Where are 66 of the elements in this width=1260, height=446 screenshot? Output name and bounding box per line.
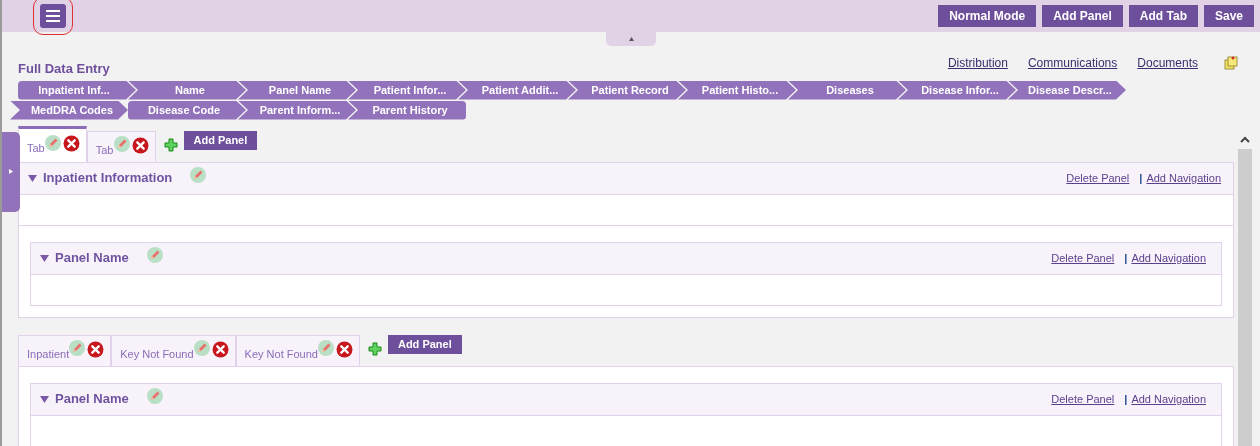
step-chevron[interactable]: Disease Infor... bbox=[898, 80, 1016, 100]
step-chevron[interactable]: Parent History bbox=[348, 100, 466, 120]
panel-title: Panel Name bbox=[55, 249, 129, 268]
up-caret-icon bbox=[628, 37, 634, 41]
tab[interactable]: Key Not Found bbox=[111, 334, 236, 367]
page-title: Full Data Entry bbox=[18, 60, 110, 78]
delete-panel-link[interactable]: Delete Panel bbox=[1051, 390, 1115, 408]
pencil-icon[interactable] bbox=[317, 340, 334, 356]
collapse-handle[interactable] bbox=[606, 32, 656, 46]
tab[interactable]: Inpatient bbox=[18, 334, 112, 367]
menu-button[interactable] bbox=[40, 4, 66, 28]
delete-panel-link[interactable]: Delete Panel bbox=[1051, 249, 1115, 267]
header-link[interactable]: Communications bbox=[1027, 53, 1118, 72]
pencil-icon[interactable] bbox=[146, 388, 163, 404]
scroll-up-icon[interactable] bbox=[1240, 135, 1250, 143]
toolbar-button[interactable]: Add Tab bbox=[1128, 5, 1198, 27]
step-chevron[interactable]: Disease Descr... bbox=[1008, 80, 1126, 100]
step-chevron[interactable]: Disease Code bbox=[128, 100, 246, 120]
step-chevron[interactable]: Inpatient Inf... bbox=[18, 80, 136, 100]
add-panel-button[interactable]: Add Panel bbox=[387, 334, 462, 354]
header-link[interactable]: Distribution bbox=[947, 53, 1008, 72]
delete-icon[interactable] bbox=[335, 340, 353, 358]
collapse-icon[interactable] bbox=[40, 254, 49, 262]
pencil-icon[interactable] bbox=[193, 340, 210, 356]
pencil-icon[interactable] bbox=[113, 136, 130, 152]
link-separator: | bbox=[1124, 391, 1128, 407]
collapse-icon[interactable] bbox=[40, 395, 49, 403]
delete-icon[interactable] bbox=[62, 135, 80, 152]
delete-icon[interactable] bbox=[87, 340, 105, 358]
pencil-icon[interactable] bbox=[44, 134, 61, 151]
step-chevron[interactable]: MedDRA Codes bbox=[10, 100, 128, 120]
notes-icon[interactable] bbox=[1224, 55, 1238, 70]
step-chevron[interactable]: Parent Inform... bbox=[238, 100, 356, 120]
collapse-icon[interactable] bbox=[28, 174, 37, 182]
step-chevron[interactable]: Patient Addit... bbox=[458, 80, 576, 100]
tab[interactable]: Tab bbox=[18, 125, 87, 163]
add-navigation-link[interactable]: Add Navigation bbox=[1131, 249, 1206, 267]
tab[interactable]: Tab bbox=[86, 130, 156, 163]
expand-caret-icon bbox=[9, 169, 13, 174]
side-drawer-handle[interactable] bbox=[2, 131, 20, 212]
header-link[interactable]: Documents bbox=[1137, 53, 1198, 72]
delete-icon[interactable] bbox=[211, 340, 229, 358]
pencil-icon[interactable] bbox=[146, 247, 163, 263]
step-chevron[interactable]: Panel Name bbox=[238, 80, 356, 100]
step-chevron[interactable]: Patient Histo... bbox=[678, 80, 796, 100]
delete-panel-link[interactable]: Delete Panel bbox=[1066, 169, 1130, 187]
step-chevron[interactable]: Diseases bbox=[788, 80, 906, 100]
panel-title: Panel Name bbox=[55, 390, 129, 409]
add-panel-button[interactable]: Add Panel bbox=[183, 130, 258, 150]
link-separator: | bbox=[1139, 170, 1143, 186]
pencil-icon[interactable] bbox=[69, 340, 86, 356]
pencil-icon[interactable] bbox=[190, 167, 207, 183]
toolbar-button[interactable]: Normal Mode bbox=[938, 5, 1037, 27]
link-separator: | bbox=[1124, 250, 1128, 266]
add-icon[interactable] bbox=[163, 137, 178, 152]
step-chevron[interactable]: Patient Infor... bbox=[348, 80, 466, 100]
tab[interactable]: Key Not Found bbox=[235, 334, 360, 367]
delete-icon[interactable] bbox=[131, 136, 149, 154]
step-chevron[interactable]: Name bbox=[128, 80, 246, 100]
add-navigation-link[interactable]: Add Navigation bbox=[1146, 169, 1221, 187]
toolbar-button[interactable]: Add Panel bbox=[1042, 5, 1123, 27]
step-chevron[interactable]: Patient Record bbox=[568, 80, 686, 100]
panel-title: Inpatient Information bbox=[43, 169, 173, 188]
add-icon[interactable] bbox=[367, 341, 382, 356]
add-navigation-link[interactable]: Add Navigation bbox=[1131, 390, 1206, 408]
toolbar-button[interactable]: Save bbox=[1203, 5, 1254, 27]
